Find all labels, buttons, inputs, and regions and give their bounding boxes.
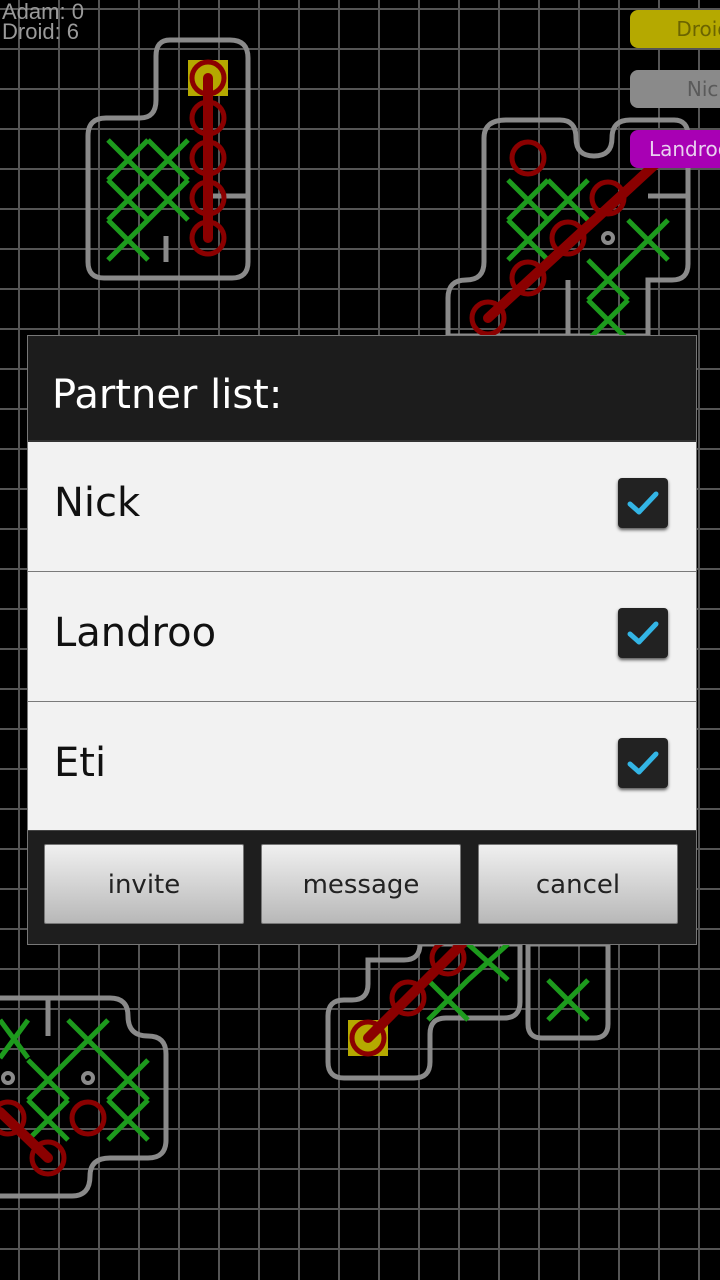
o-mark — [509, 139, 547, 177]
checkmark-icon — [627, 621, 659, 645]
region-outline — [525, 941, 611, 1041]
partner-list: Nick Landroo Eti — [28, 442, 696, 832]
partner-checkbox[interactable] — [618, 608, 668, 658]
player-tab-droid[interactable]: Droid — [630, 10, 720, 48]
cancel-button[interactable]: cancel — [478, 844, 678, 924]
checkmark-icon — [627, 751, 659, 775]
dialog-title: Partner list: — [28, 336, 696, 442]
o-mark — [69, 1099, 107, 1137]
dot-mark — [1, 1071, 15, 1085]
message-button[interactable]: message — [261, 844, 461, 924]
partner-row-nick[interactable]: Nick — [28, 442, 696, 572]
partner-checkbox[interactable] — [618, 478, 668, 528]
partner-row-landroo[interactable]: Landroo — [28, 572, 696, 702]
partner-list-dialog: Partner list: Nick Landroo Eti invite mess… — [28, 336, 696, 944]
player-tab-landroo[interactable]: Landroo — [630, 130, 720, 168]
invite-button[interactable]: invite — [44, 844, 244, 924]
score-droid: Droid: 6 — [2, 19, 80, 44]
partner-name: Eti — [54, 740, 107, 786]
dialog-button-bar: invite message cancel — [28, 830, 696, 944]
partner-name: Landroo — [54, 610, 217, 656]
partner-checkbox[interactable] — [618, 738, 668, 788]
checkmark-icon — [627, 491, 659, 515]
x-mark — [106, 138, 190, 262]
partner-name: Nick — [54, 480, 141, 526]
player-tab-nick[interactable]: Nick — [630, 70, 720, 108]
partner-row-eti[interactable]: Eti — [28, 702, 696, 832]
dot-mark — [601, 231, 615, 245]
dot-mark — [81, 1071, 95, 1085]
